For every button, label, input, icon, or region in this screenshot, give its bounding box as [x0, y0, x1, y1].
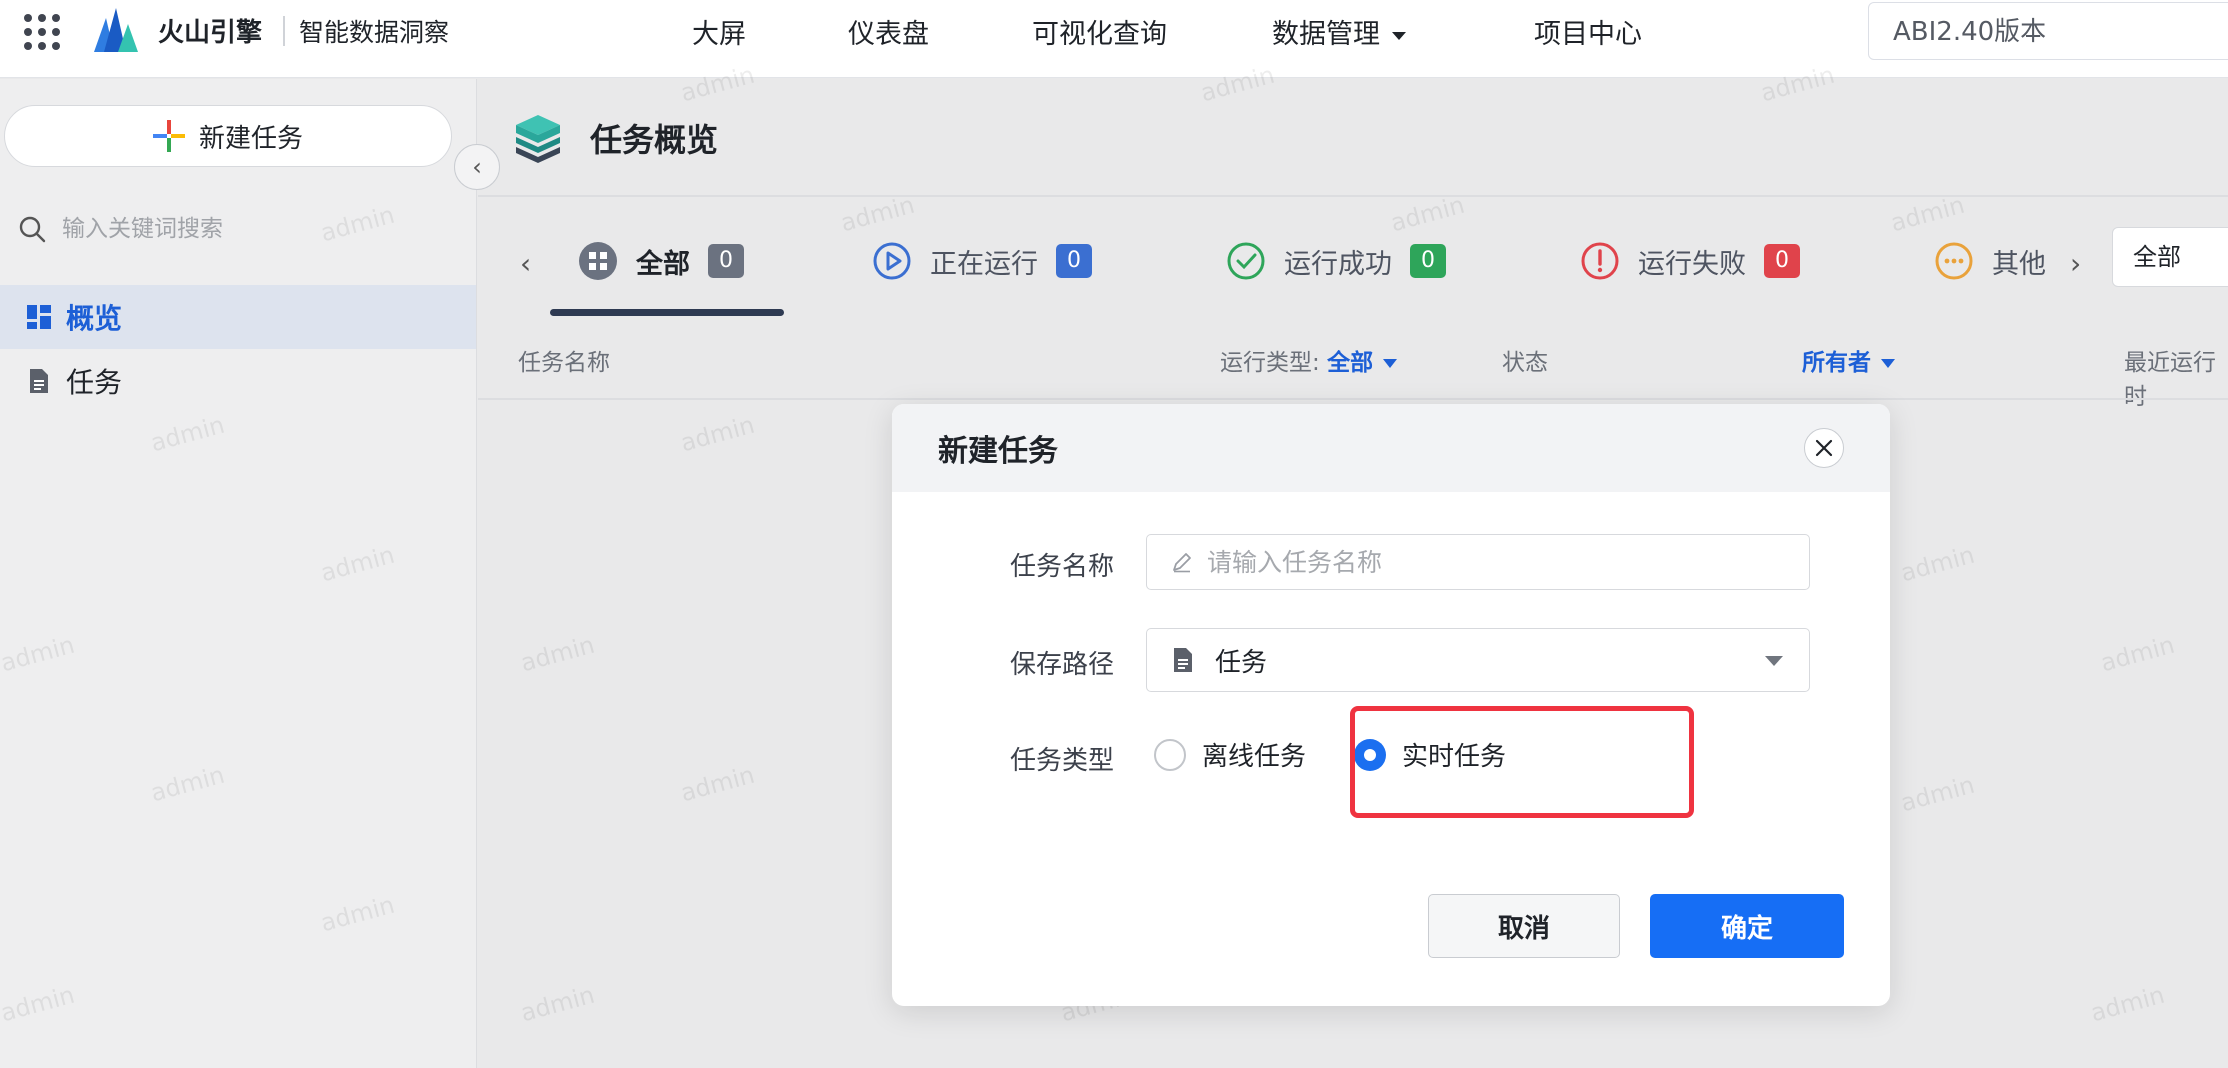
caret-down-icon [1881, 359, 1895, 368]
cancel-button[interactable]: 取消 [1428, 894, 1620, 958]
save-path-value: 任务 [1215, 647, 1268, 678]
caret-down-icon [1383, 359, 1398, 368]
sidebar-item-label: 概览 [66, 302, 123, 335]
new-task-dialog: 新建任务 任务名称 保存路径 任务 任务类型 离线任务 实时任 [892, 404, 1890, 1006]
search-icon [19, 216, 46, 243]
play-circle-icon [873, 242, 911, 280]
run-type-value: 全部 [1327, 350, 1374, 376]
save-path-label: 保存路径 [1010, 650, 1115, 680]
column-recent-run: 最近运行时 [2124, 350, 2216, 410]
tab-failed[interactable]: 运行失败 0 [1580, 229, 1800, 293]
dialog-title: 新建任务 [938, 434, 1058, 469]
layers-icon [516, 115, 560, 163]
tab-label: 正在运行 [930, 248, 1038, 280]
column-run-type[interactable]: 运行类型: 全部 [1220, 343, 1398, 377]
caret-down-icon [1392, 31, 1406, 40]
radio-label: 离线任务 [1202, 742, 1307, 772]
new-task-button[interactable]: 新建任务 [4, 105, 452, 167]
more-circle-icon [1935, 242, 1973, 280]
confirm-button[interactable]: 确定 [1650, 894, 1844, 958]
nav-data-management[interactable]: 数据管理 [1272, 12, 1406, 51]
edit-icon [1173, 553, 1191, 573]
tab-success[interactable]: 运行成功 0 [1226, 229, 1446, 293]
document-icon [1174, 648, 1192, 672]
highlight-annotation [1350, 706, 1694, 818]
tab-label: 其他 [1992, 248, 2046, 280]
main-header: 任务概览 [478, 79, 2228, 197]
radio-unchecked-icon [1154, 738, 1186, 771]
tab-all[interactable]: 全部 0 [578, 229, 744, 293]
dialog-header: 新建任务 [892, 404, 1890, 492]
sidebar-item-label: 任务 [66, 366, 123, 399]
table-divider [478, 398, 2228, 400]
search-row [18, 209, 438, 249]
app-grid-icon[interactable] [22, 12, 62, 52]
top-bar: 火山引擎 智能数据洞察 大屏 仪表盘 可视化查询 数据管理 项目中心 ABI2.… [0, 0, 2228, 78]
status-filter-select[interactable]: 全部 [2112, 227, 2228, 287]
column-status: 状态 [1502, 350, 1548, 376]
task-name-field[interactable] [1146, 534, 1810, 590]
new-task-label: 新建任务 [198, 123, 303, 154]
alert-circle-icon [1581, 242, 1619, 280]
save-path-select[interactable]: 任务 [1146, 628, 1810, 692]
nav-visual-query[interactable]: 可视化查询 [1032, 12, 1167, 51]
brand-divider [283, 16, 285, 46]
column-task-name: 任务名称 [518, 350, 610, 376]
tabs-next-arrow[interactable]: › [2070, 247, 2081, 280]
version-selector[interactable]: ABI2.40版本 [1868, 2, 2228, 60]
count-badge: 0 [1410, 244, 1446, 278]
chevron-left-icon: ‹ [472, 153, 482, 181]
dashboard-icon [27, 305, 51, 329]
grid-icon [579, 242, 617, 280]
search-input[interactable] [62, 216, 422, 242]
tab-other[interactable]: 其他 [1934, 229, 2046, 293]
check-circle-icon [1227, 242, 1265, 280]
sidebar-item-overview[interactable]: 概览 [0, 285, 476, 349]
page-title: 任务概览 [590, 121, 719, 159]
count-badge: 0 [1056, 244, 1092, 278]
caret-down-icon [1765, 656, 1783, 666]
close-icon [1815, 439, 1833, 457]
plus-icon [152, 120, 185, 152]
radio-offline-task[interactable]: 离线任务 [1154, 736, 1306, 773]
document-icon [30, 369, 48, 393]
active-tab-indicator [550, 309, 784, 316]
sidebar-item-tasks[interactable]: 任务 [0, 349, 476, 413]
task-type-label: 任务类型 [1010, 746, 1115, 776]
volcano-logo-icon [94, 8, 138, 52]
close-button[interactable] [1804, 428, 1844, 468]
nav-project-center[interactable]: 项目中心 [1534, 12, 1642, 51]
run-type-label: 运行类型: [1220, 350, 1320, 376]
owner-label: 所有者 [1802, 350, 1871, 376]
tab-label: 运行成功 [1284, 248, 1392, 280]
tab-label: 运行失败 [1638, 248, 1746, 280]
tab-label: 全部 [636, 248, 690, 280]
tab-running[interactable]: 正在运行 0 [872, 229, 1092, 293]
nav-data-management-label: 数据管理 [1272, 19, 1380, 50]
brand-name: 火山引擎 [158, 18, 263, 48]
nav-dashboard[interactable]: 仪表盘 [848, 12, 929, 51]
task-name-input[interactable] [1207, 547, 1787, 577]
count-badge: 0 [1764, 244, 1800, 278]
nav-big-screen[interactable]: 大屏 [692, 12, 746, 51]
product-name: 智能数据洞察 [299, 18, 450, 47]
task-name-label: 任务名称 [1010, 552, 1115, 582]
collapse-sidebar-button[interactable]: ‹ [454, 144, 500, 190]
column-owner[interactable]: 所有者 [1802, 343, 1895, 377]
tabs-prev-arrow[interactable]: ‹ [520, 247, 531, 280]
sidebar: 新建任务 概览 任务 [0, 79, 477, 1068]
count-badge: 0 [708, 244, 744, 278]
